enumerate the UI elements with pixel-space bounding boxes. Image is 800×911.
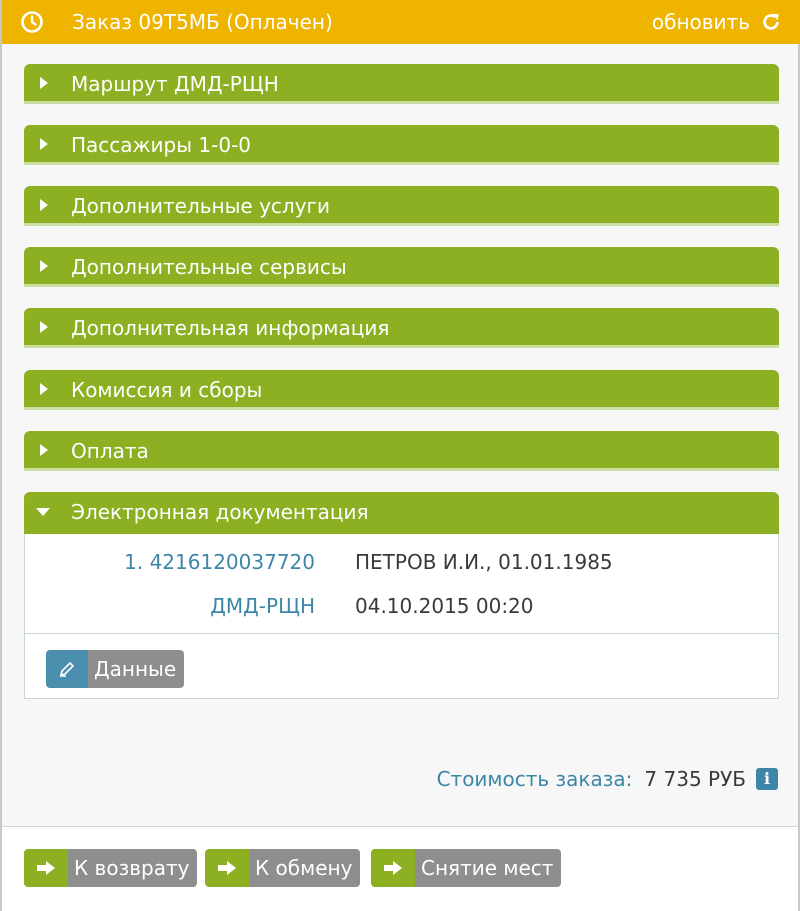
exchange-button-label: К обмену: [249, 849, 361, 887]
section-commission-fees[interactable]: Комиссия и сборы: [24, 370, 779, 410]
cost-value: 7 735 РУБ: [644, 767, 746, 791]
order-header: Заказ 09Т5МБ (Оплачен) обновить: [2, 0, 800, 44]
section-passengers[interactable]: Пассажиры 1-0-0: [24, 125, 779, 165]
arrow-right-icon: [24, 849, 68, 887]
cost-label: Стоимость заказа:: [436, 767, 633, 791]
clock-icon: [21, 11, 43, 33]
action-footer: К возврату К обмену Снятие мест: [2, 826, 798, 911]
electronic-docs-body: 1. 4216120037720 ПЕТРОВ И.И., 01.01.1985…: [24, 534, 779, 699]
section-route[interactable]: Маршрут ДМД-РЩН: [24, 64, 779, 104]
order-content: Маршрут ДМД-РЩН Пассажиры 1-0-0 Дополнит…: [2, 44, 798, 826]
collapse-arrow-icon: [36, 508, 50, 516]
arrow-right-icon: [205, 849, 249, 887]
passenger-info: ПЕТРОВ И.И., 01.01.1985: [355, 550, 613, 574]
expand-arrow-icon: [40, 199, 48, 211]
expand-arrow-icon: [40, 444, 48, 456]
doc-row-segment: ДМД-РЩН 04.10.2015 00:20: [25, 593, 780, 623]
section-label: Маршрут ДМД-РЩН: [71, 72, 279, 96]
expand-arrow-icon: [40, 77, 48, 89]
section-label: Электронная документация: [71, 500, 369, 524]
section-label: Пассажиры 1-0-0: [71, 133, 252, 157]
order-panel: Заказ 09Т5МБ (Оплачен) обновить Маршрут …: [0, 0, 800, 911]
return-button-label: К возврату: [68, 849, 198, 887]
refresh-button[interactable]: обновить: [652, 9, 782, 35]
section-label: Оплата: [71, 439, 149, 463]
section-additional-services[interactable]: Дополнительные услуги: [24, 186, 779, 226]
edit-icon: [46, 650, 88, 688]
segment-datetime: 04.10.2015 00:20: [355, 594, 534, 618]
data-button-label: Данные: [88, 650, 185, 688]
return-button[interactable]: К возврату: [24, 849, 198, 887]
exchange-button[interactable]: К обмену: [205, 849, 361, 887]
order-title: Заказ 09Т5МБ (Оплачен): [72, 10, 333, 34]
section-additional-extras[interactable]: Дополнительные сервисы: [24, 247, 779, 287]
expand-arrow-icon: [40, 138, 48, 150]
expand-arrow-icon: [40, 260, 48, 272]
divider: [25, 633, 778, 634]
arrow-right-icon: [371, 849, 415, 887]
data-button[interactable]: Данные: [46, 650, 185, 688]
expand-arrow-icon: [40, 383, 48, 395]
section-electronic-docs[interactable]: Электронная документация: [24, 492, 779, 534]
order-cost: Стоимость заказа: 7 735 РУБ i: [437, 766, 778, 792]
doc-row-ticket: 1. 4216120037720 ПЕТРОВ И.И., 01.01.1985: [25, 549, 780, 579]
release-seats-button[interactable]: Снятие мест: [371, 849, 562, 887]
section-additional-info[interactable]: Дополнительная информация: [24, 308, 779, 348]
ticket-number-link[interactable]: 1. 4216120037720: [124, 549, 315, 575]
release-seats-button-label: Снятие мест: [415, 849, 562, 887]
section-payment[interactable]: Оплата: [24, 431, 779, 471]
expand-arrow-icon: [40, 321, 48, 333]
refresh-icon: [763, 13, 779, 30]
refresh-label: обновить: [651, 10, 750, 34]
info-icon[interactable]: i: [756, 768, 778, 790]
section-label: Комиссия и сборы: [71, 378, 263, 402]
section-label: Дополнительная информация: [71, 316, 390, 340]
section-label: Дополнительные сервисы: [71, 255, 347, 279]
section-label: Дополнительные услуги: [71, 194, 331, 218]
route-link[interactable]: ДМД-РЩН: [210, 593, 315, 619]
